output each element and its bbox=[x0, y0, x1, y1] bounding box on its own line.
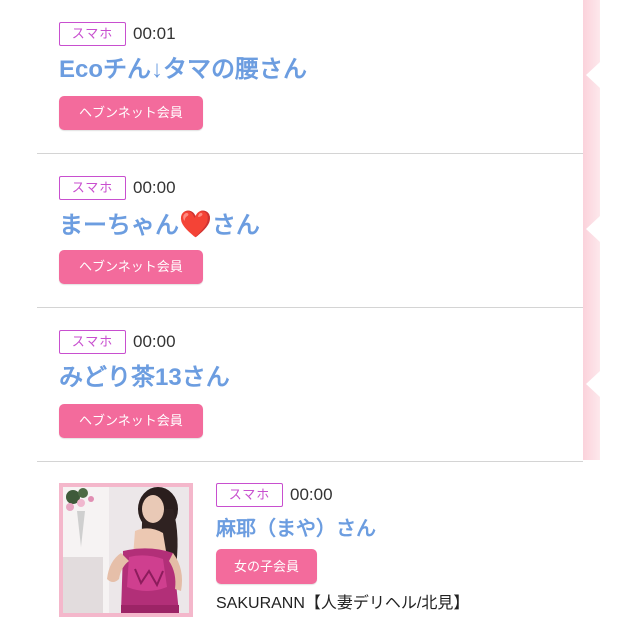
meta-row: スマホ 00:00 bbox=[59, 176, 583, 200]
profile-photo-image bbox=[63, 487, 189, 613]
member-type-badge: 女の子会員 bbox=[216, 549, 318, 584]
member-type-badge: ヘブンネット会員 bbox=[59, 96, 203, 130]
device-tag: スマホ bbox=[59, 330, 126, 354]
screen: スマホ 00:01 Ecoチん↓タマの腰さん ヘブンネット会員 スマホ 00:0… bbox=[0, 0, 640, 640]
access-time: 00:00 bbox=[290, 485, 333, 504]
device-tag: スマホ bbox=[59, 176, 126, 200]
meta-row: スマホ 00:00 bbox=[216, 483, 556, 507]
badge-row: ヘブンネット会員 bbox=[59, 96, 583, 130]
meta-row: スマホ 00:01 bbox=[59, 22, 583, 46]
access-time: 00:01 bbox=[133, 24, 176, 43]
member-name-link[interactable]: 麻耶（まや）さん bbox=[216, 512, 556, 546]
heart-emoji: ❤️ bbox=[179, 209, 212, 239]
list-item: スマホ 00:00 麻耶（まや）さん 女の子会員 SAKURANN【人妻デリヘル… bbox=[37, 462, 583, 618]
member-name-link[interactable]: まーちゃん❤️さん bbox=[59, 206, 583, 242]
member-type-badge: ヘブンネット会員 bbox=[59, 250, 203, 284]
badge-row: ヘブンネット会員 bbox=[59, 250, 583, 284]
device-tag: スマホ bbox=[216, 483, 283, 507]
decorative-side-strip bbox=[583, 0, 600, 460]
list-item: スマホ 00:01 Ecoチん↓タマの腰さん ヘブンネット会員 bbox=[37, 0, 583, 154]
member-name-link[interactable]: Ecoチん↓タマの腰さん bbox=[59, 52, 583, 88]
badge-row: ヘブンネット会員 bbox=[59, 404, 583, 438]
badge-row: 女の子会員 bbox=[216, 549, 556, 584]
profile-photo[interactable] bbox=[59, 483, 193, 617]
shop-name: SAKURANN【人妻デリヘル/北見】 bbox=[216, 595, 470, 612]
device-tag: スマホ bbox=[59, 22, 126, 46]
member-access-list: スマホ 00:01 Ecoチん↓タマの腰さん ヘブンネット会員 スマホ 00:0… bbox=[37, 0, 583, 618]
access-time: 00:00 bbox=[133, 178, 176, 197]
list-item: スマホ 00:00 まーちゃん❤️さん ヘブンネット会員 bbox=[37, 154, 583, 308]
list-item: スマホ 00:00 みどり茶13さん ヘブンネット会員 bbox=[37, 308, 583, 462]
member-name-link[interactable]: みどり茶13さん bbox=[59, 360, 583, 396]
meta-row: スマホ 00:00 bbox=[59, 330, 583, 354]
member-type-badge: ヘブンネット会員 bbox=[59, 404, 203, 438]
access-time: 00:00 bbox=[133, 332, 176, 351]
member-info: スマホ 00:00 麻耶（まや）さん 女の子会員 SAKURANN【人妻デリヘル… bbox=[216, 483, 556, 618]
